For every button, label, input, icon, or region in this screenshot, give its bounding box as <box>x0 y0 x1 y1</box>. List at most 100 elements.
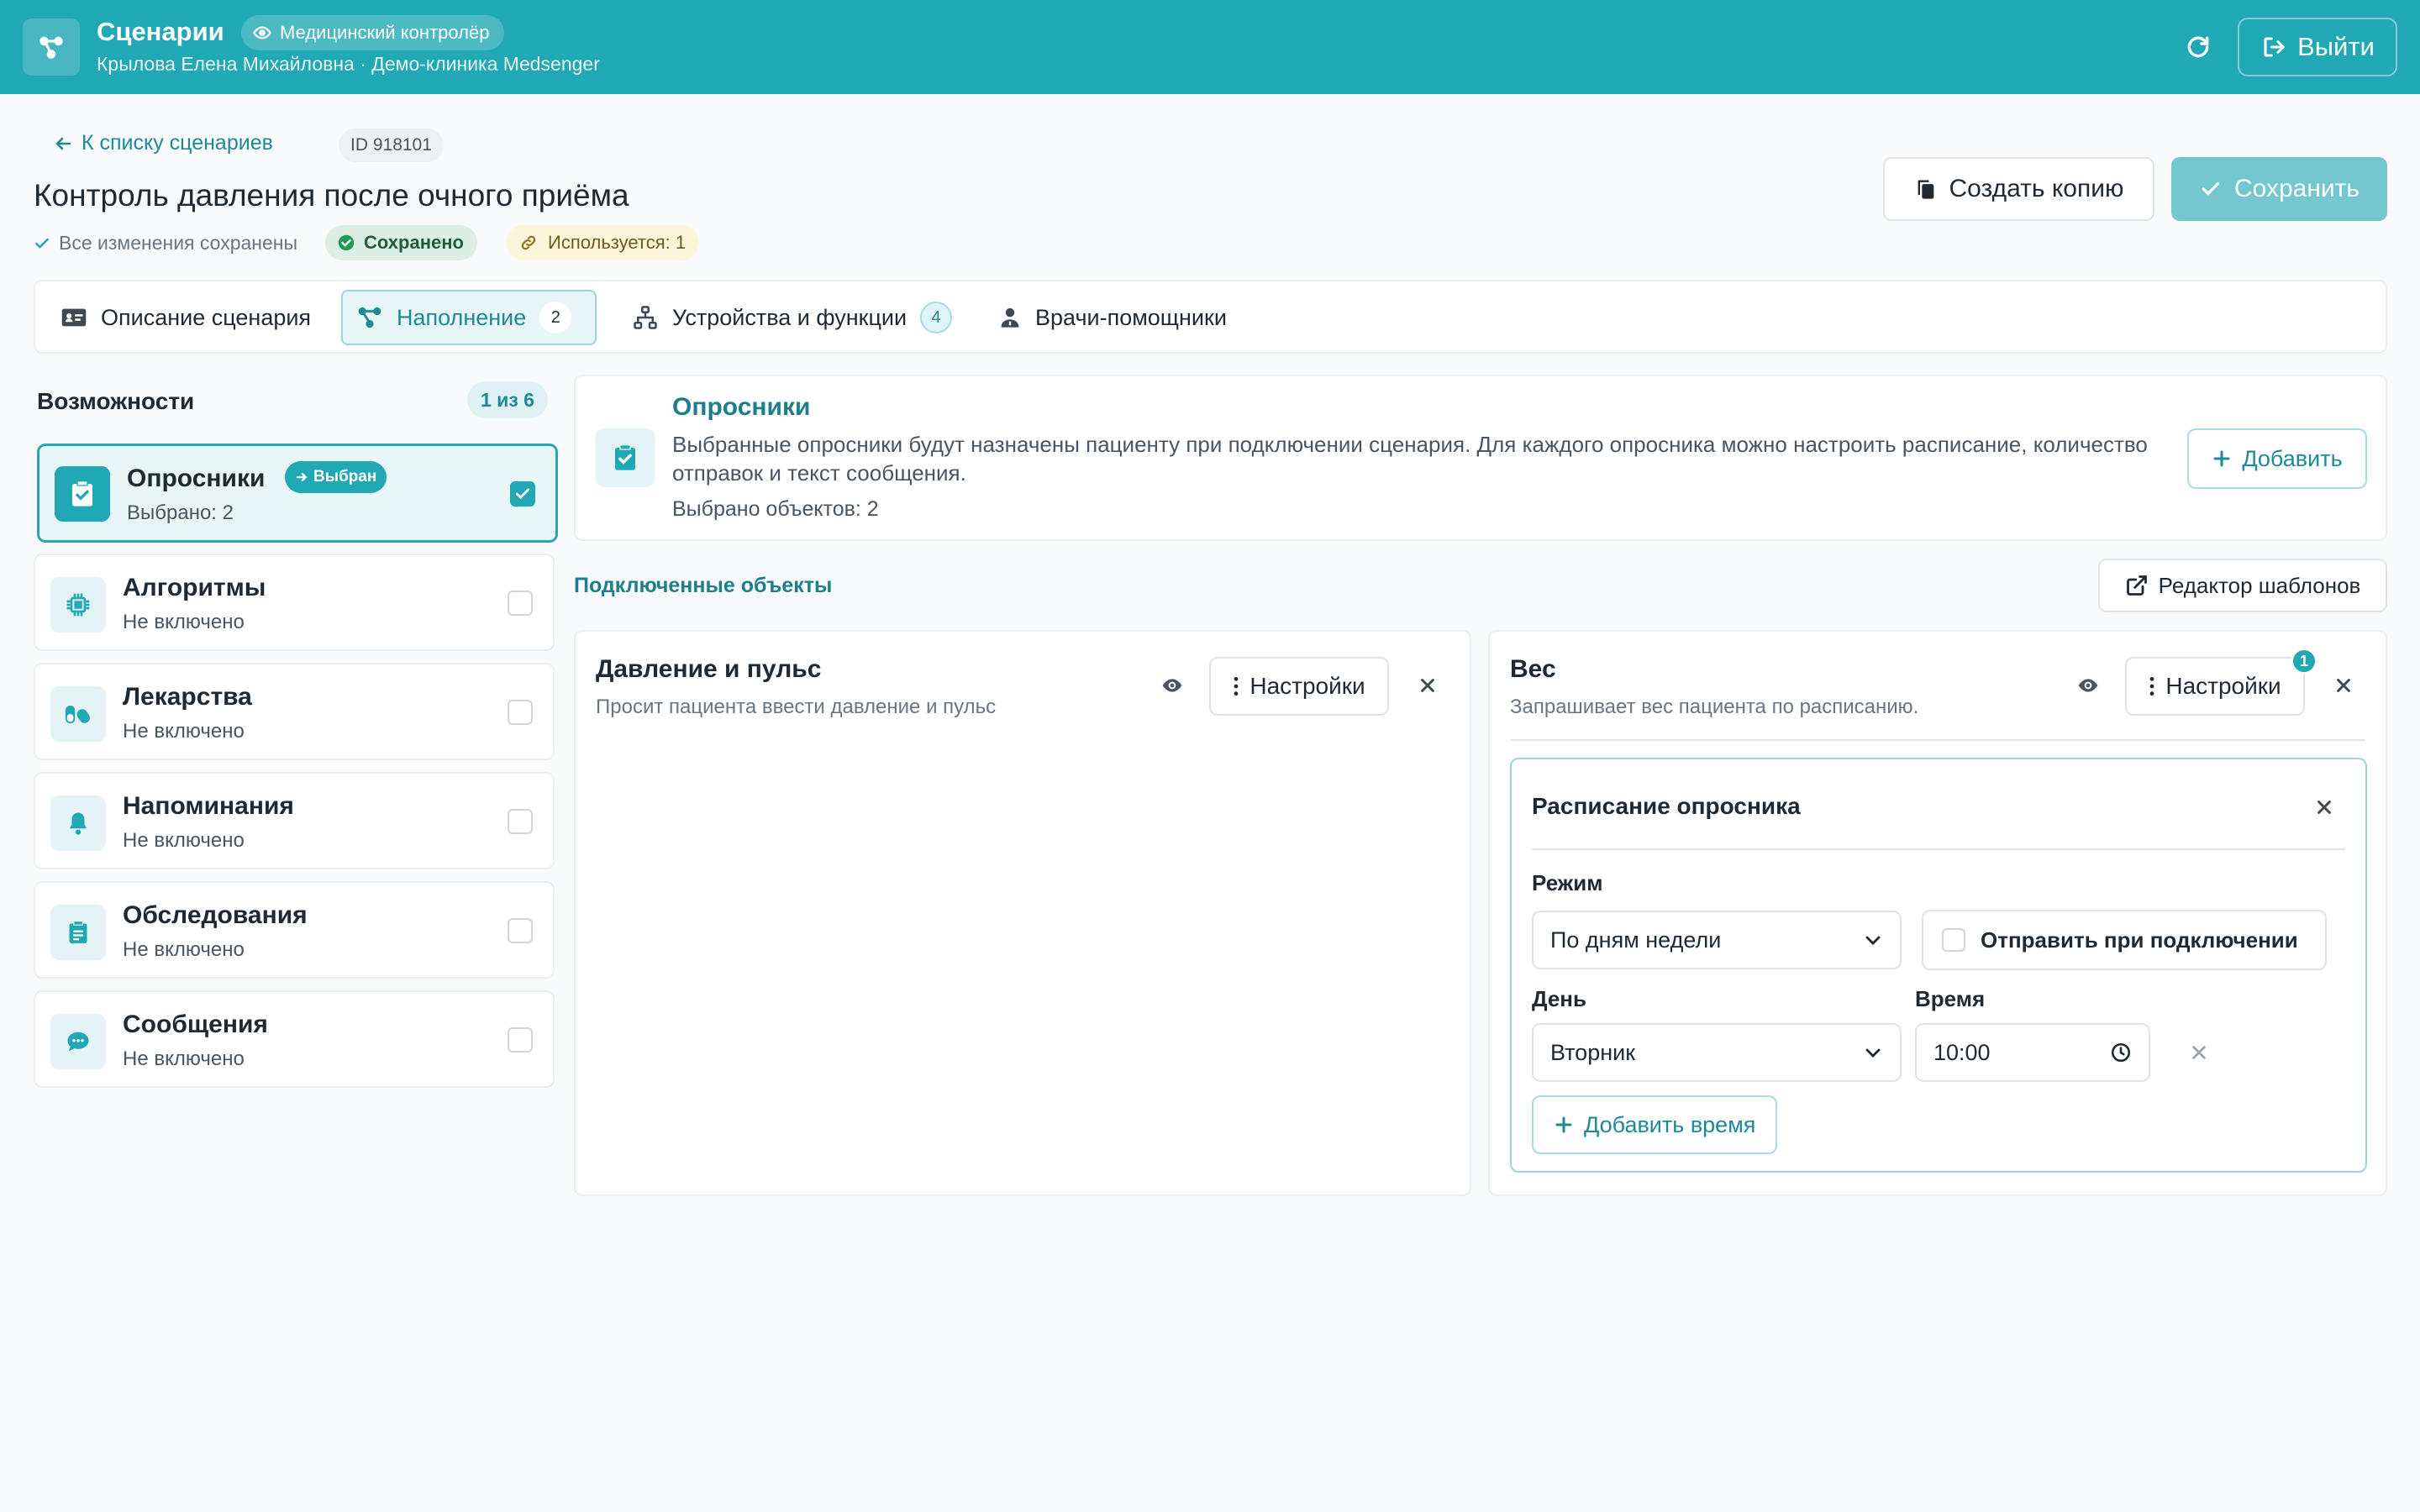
check-icon <box>35 238 49 249</box>
day-label: День <box>1532 986 1586 1011</box>
usage-badge: Используется: 1 <box>506 225 700 260</box>
clipboard-check-icon <box>596 428 655 487</box>
saved-note: Все изменения сохранены <box>34 232 297 255</box>
capability-checkbox[interactable] <box>508 591 533 616</box>
divider <box>1532 848 2345 850</box>
capability-name: Лекарства <box>123 683 252 711</box>
time-input[interactable]: 10:00 <box>1915 1023 2150 1082</box>
template-editor-button[interactable]: Редактор шаблонов <box>2098 559 2387 612</box>
capability-checkbox[interactable] <box>508 700 533 725</box>
clock-icon <box>2111 1042 2131 1063</box>
capability-checkbox[interactable] <box>510 481 535 507</box>
add-time-button[interactable]: Добавить время <box>1532 1095 1778 1154</box>
add-time-label: Добавить время <box>1584 1111 1756 1137</box>
capability-checkbox[interactable] <box>508 1027 533 1053</box>
app-title: Сценарии <box>97 17 224 46</box>
send-on-connect-label: Отправить при подключении <box>1981 927 2298 953</box>
create-copy-button[interactable]: Создать копию <box>1883 157 2154 221</box>
object-title: Давление и пульс <box>596 655 822 683</box>
mode-value: По дням недели <box>1550 927 1722 953</box>
chevron-down-icon <box>1865 936 1881 945</box>
divider <box>1510 739 2365 741</box>
remove-time-button[interactable] <box>2184 1037 2214 1068</box>
capability-status: Не включено <box>123 829 245 852</box>
object-card: Вес Запрашивает вес пациента по расписан… <box>1488 630 2387 1196</box>
usage-badge-label: Используется: 1 <box>548 232 687 253</box>
tab-assistants[interactable]: Врачи-помощники <box>985 290 1240 345</box>
object-title: Вес <box>1510 655 1556 683</box>
tab-content-label: Наполнение <box>397 304 527 330</box>
checkbox[interactable] <box>1942 928 1965 952</box>
back-link-label: К списку сценариев <box>82 131 273 155</box>
scenario-id-badge: ID 918101 <box>339 129 444 162</box>
capability-messages[interactable]: Сообщения Не включено <box>34 990 555 1088</box>
capability-name: Обследования <box>123 901 308 929</box>
capability-reminders[interactable]: Напоминания Не включено <box>34 772 555 869</box>
plus-icon <box>1555 1116 1572 1133</box>
send-on-connect-checkbox[interactable]: Отправить при подключении <box>1922 910 2327 970</box>
capability-questionnaires[interactable]: Опросники Выбран Выбрано: 2 <box>37 444 558 543</box>
more-vertical-icon <box>1234 676 1239 696</box>
role-badge: Медицинский контролёр <box>241 15 505 50</box>
selected-count: Выбрано объектов: 2 <box>672 497 879 521</box>
capability-name: Напоминания <box>123 792 294 820</box>
info-title: Опросники <box>672 393 811 421</box>
app-logo-icon[interactable] <box>23 18 80 76</box>
capabilities-count: 1 из 6 <box>467 381 548 418</box>
eye-icon <box>253 26 271 39</box>
tab-content[interactable]: Наполнение 2 <box>341 290 597 345</box>
copy-icon <box>1918 180 1933 199</box>
remove-object-button[interactable] <box>2328 670 2359 701</box>
save-button[interactable]: Сохранить <box>2171 157 2387 221</box>
schedule-panel: Расписание опросника Режим По дням недел… <box>1510 758 2367 1173</box>
schedule-title: Расписание опросника <box>1532 793 1801 819</box>
capability-medications[interactable]: Лекарства Не включено <box>34 663 555 760</box>
bell-icon <box>50 795 106 851</box>
capability-name: Опросники <box>127 465 266 492</box>
add-button[interactable]: Добавить <box>2187 428 2367 489</box>
settings-label: Настройки <box>2165 673 2281 699</box>
settings-button[interactable]: Настройки <box>2125 657 2305 716</box>
tab-devices-count: 4 <box>920 302 953 333</box>
object-description: Запрашивает вес пациента по расписанию. <box>1510 696 1919 718</box>
logout-icon <box>2264 37 2285 57</box>
mode-select[interactable]: По дням недели <box>1532 911 1902 969</box>
remove-object-button[interactable] <box>1413 670 1443 701</box>
back-to-list-link[interactable]: К списку сценариев <box>53 131 273 155</box>
day-select[interactable]: Вторник <box>1532 1023 1902 1082</box>
template-editor-label: Редактор шаблонов <box>2158 572 2361 598</box>
schedule-close-button[interactable] <box>2310 793 2338 822</box>
logout-button[interactable]: Выйти <box>2238 18 2397 76</box>
capability-checkbox[interactable] <box>508 809 533 834</box>
user-info: Крылова Елена Михайловна · Демо-клиника … <box>97 53 600 75</box>
top-bar: Сценарии Медицинский контролёр Крылова Е… <box>0 0 2420 94</box>
capability-checkbox[interactable] <box>508 918 533 943</box>
chat-icon <box>50 1014 106 1069</box>
settings-button[interactable]: Настройки <box>1209 657 1389 716</box>
refresh-button[interactable] <box>2180 29 2217 66</box>
preview-button[interactable] <box>2071 669 2105 702</box>
tab-devices-label: Устройства и функции <box>672 304 908 330</box>
clipboard-check-icon <box>55 466 110 522</box>
time-label: Время <box>1915 986 1986 1011</box>
saved-status-badge: Сохранено <box>325 225 477 260</box>
check-icon <box>515 488 530 500</box>
copy-button-label: Создать копию <box>1949 175 2124 202</box>
capability-status: Не включено <box>123 938 245 961</box>
capability-algorithms[interactable]: Алгоритмы Не включено <box>34 554 555 651</box>
arrow-left-icon <box>55 137 71 150</box>
capability-status: Выбрано: 2 <box>127 501 234 524</box>
tab-devices[interactable]: Устройства и функции 4 <box>618 290 965 345</box>
close-icon <box>1421 679 1434 692</box>
questionnaires-info-card: Опросники Выбранные опросники будут назн… <box>574 375 2387 541</box>
save-button-label: Сохранить <box>2233 175 2360 202</box>
pills-icon <box>50 686 106 742</box>
tab-description[interactable]: Описание сценария <box>47 290 324 345</box>
close-icon <box>2337 679 2350 692</box>
preview-button[interactable] <box>1155 669 1189 702</box>
capability-name: Сообщения <box>123 1011 268 1038</box>
add-button-label: Добавить <box>2242 445 2343 471</box>
doctor-icon <box>1001 307 1019 328</box>
capability-examinations[interactable]: Обследования Не включено <box>34 881 555 979</box>
external-link-icon <box>2126 575 2147 596</box>
